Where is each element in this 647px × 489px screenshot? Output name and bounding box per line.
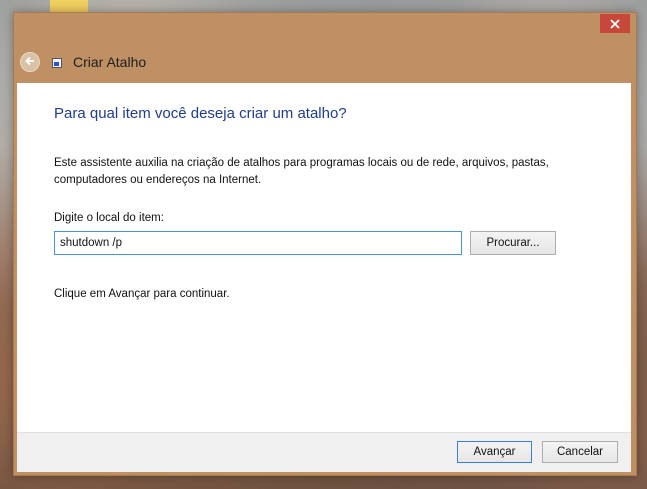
- wizard-description: Este assistente auxilia na criação de at…: [54, 157, 549, 186]
- page-heading: Para qual item você deseja criar um atal…: [54, 105, 347, 122]
- browse-button[interactable]: Procurar...: [470, 231, 556, 255]
- location-input[interactable]: [54, 231, 462, 255]
- back-arrow-icon: [24, 55, 36, 70]
- close-button[interactable]: [600, 14, 630, 33]
- close-icon: [610, 18, 620, 29]
- create-shortcut-window: Criar Atalho Para qual item você deseja …: [13, 12, 637, 476]
- wizard-content: Para qual item você deseja criar um atal…: [17, 83, 631, 432]
- location-label: Digite o local do item:: [54, 212, 164, 224]
- continue-hint: Clique em Avançar para continuar.: [54, 288, 230, 300]
- back-button[interactable]: [20, 52, 40, 72]
- cancel-button[interactable]: Cancelar: [542, 441, 618, 463]
- window-title: Criar Atalho: [73, 54, 147, 70]
- next-button[interactable]: Avançar: [457, 441, 532, 463]
- shortcut-icon: [52, 58, 62, 68]
- wizard-footer: Avançar Cancelar: [17, 432, 631, 472]
